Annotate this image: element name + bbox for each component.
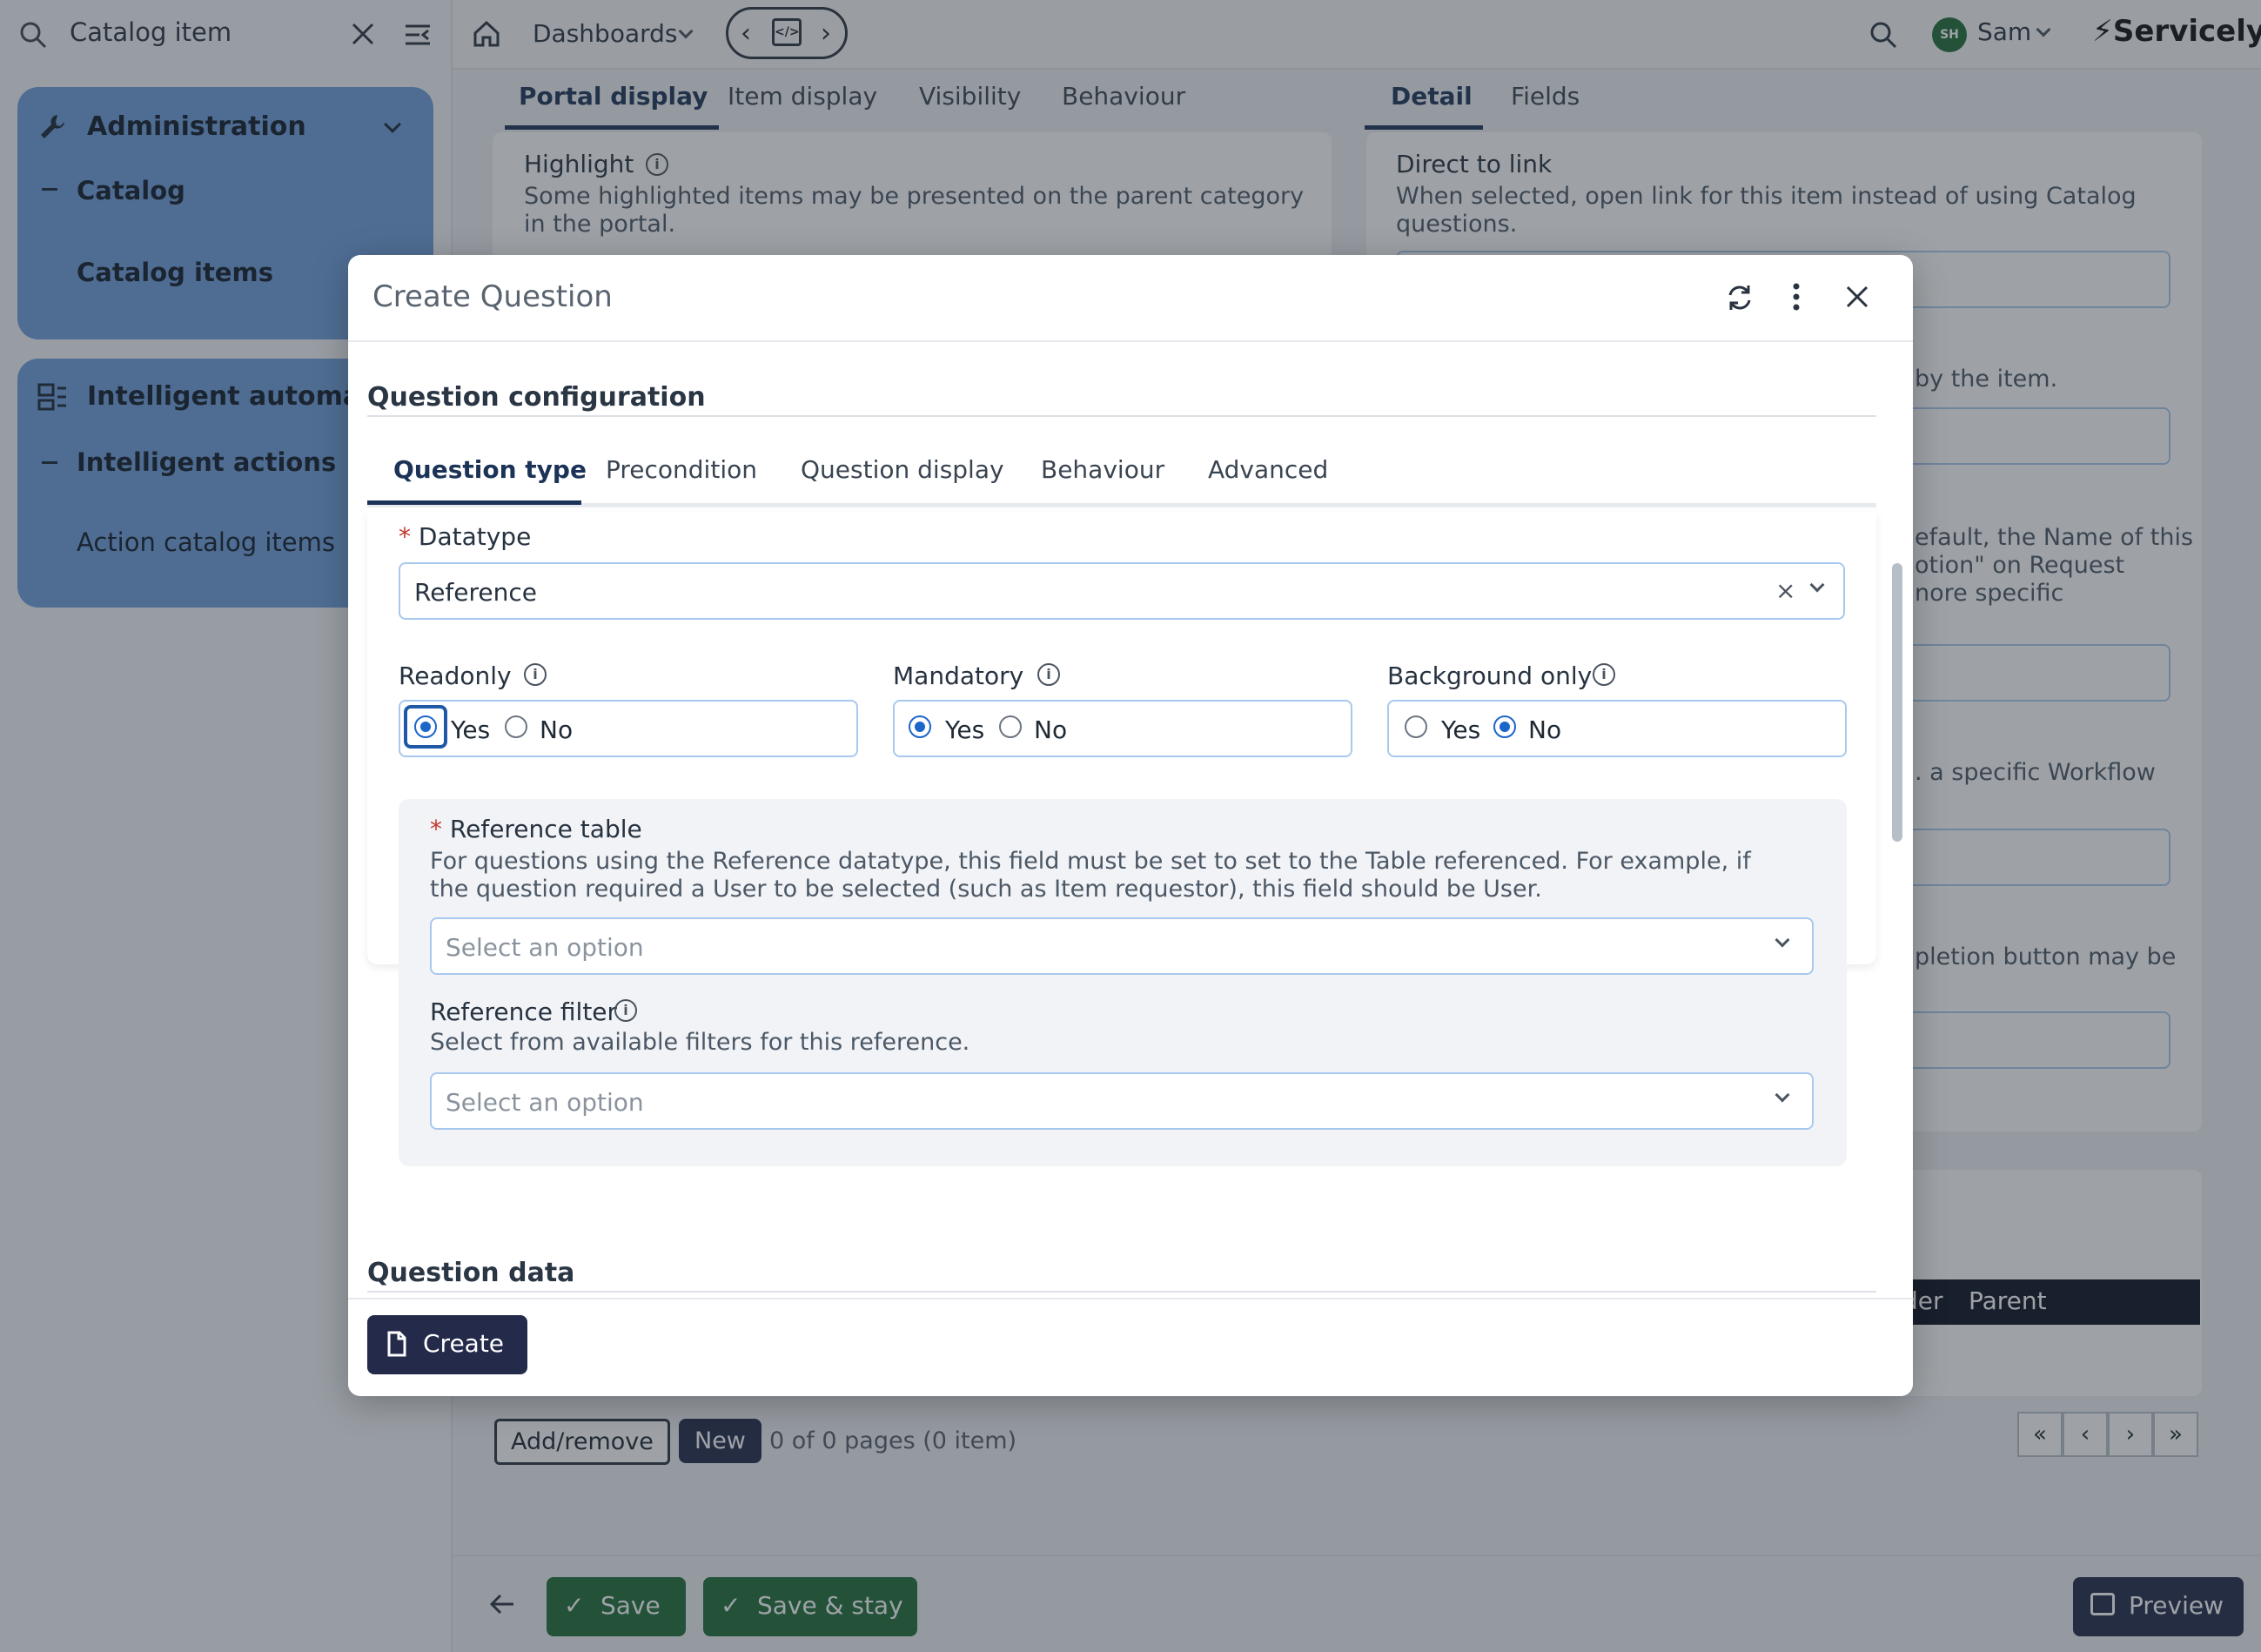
tab-behaviour[interactable]: Behaviour [1041,455,1164,484]
info-icon: i [1593,663,1615,686]
mandatory-yes-label: Yes [945,715,985,744]
question-tabs: Question type Precondition Question disp… [367,438,1876,507]
tab-precondition[interactable]: Precondition [606,455,757,484]
background-only-yes-label: Yes [1441,715,1481,744]
more-options-icon[interactable] [1793,283,1800,317]
reference-filter-label: Reference filter [430,997,618,1026]
reference-table-label: * Reference table [430,815,642,843]
background-only-no-radio[interactable] [1493,715,1516,738]
modal-header: Create Question [348,255,1913,342]
datatype-label: * Datatype [399,522,532,551]
background-only-no-label: No [1528,715,1562,744]
reference-table-placeholder: Select an option [446,933,644,962]
document-icon [386,1331,407,1363]
readonly-no-label: No [540,715,574,744]
section-divider [367,415,1876,417]
create-label: Create [423,1329,505,1358]
modal-footer: Create [348,1298,1913,1396]
chevron-down-icon[interactable] [1809,577,1825,593]
reference-section: * Reference table For questions using th… [399,799,1847,1166]
readonly-yes-label: Yes [451,715,491,744]
reference-filter-help: Select from available filters for this r… [430,1029,970,1056]
create-button[interactable]: Create [367,1315,527,1374]
tab-indicator [367,500,581,505]
close-icon[interactable] [1845,285,1869,315]
question-type-panel: * Datatype Reference × Readonly i Yes No… [367,512,1876,1166]
readonly-no-radio[interactable] [505,715,527,738]
chevron-down-icon[interactable] [1775,1087,1790,1103]
mandatory-no-label: No [1034,715,1068,744]
modal-title: Create Question [372,279,613,314]
info-icon: i [524,663,547,686]
datatype-label-text: Datatype [418,522,532,551]
datatype-value: Reference [414,578,537,607]
readonly-label: Readonly [399,661,512,690]
reference-table-select[interactable]: Select an option [430,917,1814,975]
datatype-select[interactable]: Reference × [399,562,1845,620]
create-question-modal: Create Question Question configuration Q… [348,255,1913,1396]
mandatory-label: Mandatory [893,661,1024,690]
info-icon: i [1037,663,1060,686]
background-only-label: Background only [1387,661,1593,690]
chevron-down-icon[interactable] [1775,932,1790,948]
info-icon: i [614,999,637,1022]
reference-table-label-text: Reference table [449,815,642,843]
modal-scrollbar[interactable] [1892,563,1902,842]
mandatory-no-radio[interactable] [999,715,1022,738]
tab-question-display[interactable]: Question display [801,455,1004,484]
tab-question-type[interactable]: Question type [393,455,587,484]
readonly-yes-radio[interactable] [414,715,437,738]
mandatory-radio-group: Yes No [893,700,1352,757]
readonly-radio-group: Yes No [399,700,858,757]
background-only-yes-radio[interactable] [1405,715,1427,738]
refresh-icon[interactable] [1725,283,1754,319]
section-title: Question configuration [367,382,706,413]
tab-advanced[interactable]: Advanced [1208,455,1328,484]
background-only-radio-group: Yes No [1387,700,1847,757]
section-divider [367,1291,1876,1293]
reference-filter-select[interactable]: Select an option [430,1072,1814,1130]
reference-table-help: For questions using the Reference dataty… [430,848,1751,903]
mandatory-yes-radio[interactable] [909,715,931,738]
clear-icon[interactable]: × [1775,576,1795,605]
question-data-title: Question data [367,1258,575,1288]
reference-filter-placeholder: Select an option [446,1088,644,1117]
